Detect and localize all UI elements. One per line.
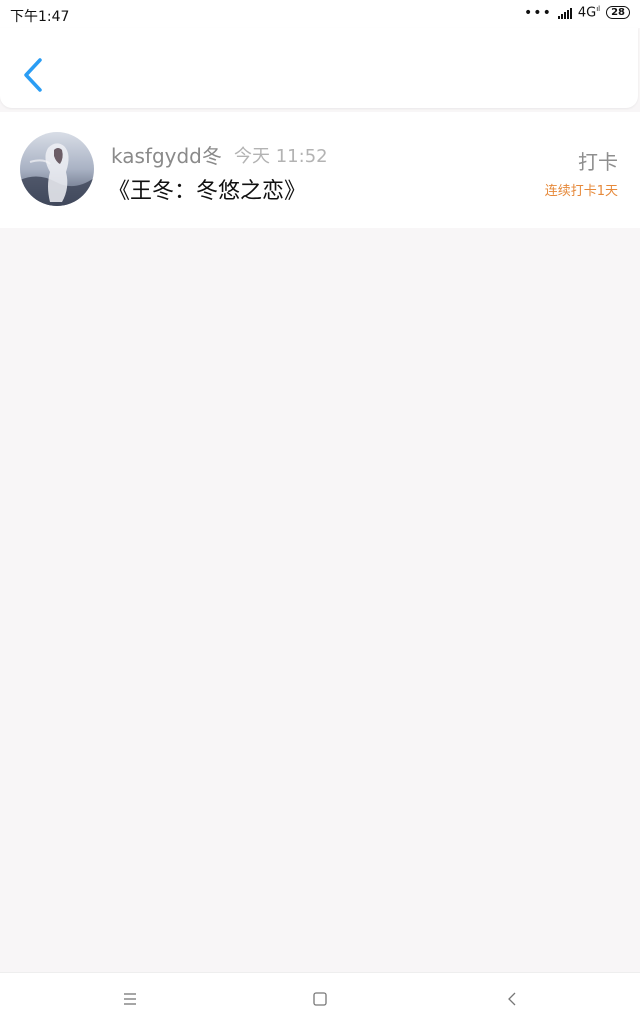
checkin-post[interactable]: [0, 112, 640, 228]
post-title[interactable]: 《王冬：冬悠之恋》: [108, 173, 306, 205]
system-nav-bar: [0, 972, 640, 1025]
signal-icon: [557, 7, 572, 19]
battery-icon: 28: [606, 6, 630, 20]
back-triangle-icon: [508, 992, 516, 1006]
post-timestamp: 今天 11:52: [234, 146, 328, 167]
chevron-left-icon: [24, 58, 42, 92]
system-back-button[interactable]: [500, 987, 524, 1011]
network-type: 4Gıl: [577, 5, 601, 21]
status-time: 下午1:47: [10, 9, 70, 25]
checkin-label: 打卡: [578, 150, 618, 174]
avatar-image: [20, 132, 94, 206]
more-dots-icon: •••: [524, 4, 552, 21]
top-app-bar: [0, 28, 638, 108]
username[interactable]: kasfgydd冬: [111, 140, 222, 169]
status-bar: 下午1:47 ••• 4Gıl 28: [0, 0, 640, 28]
menu-icon: [124, 993, 136, 1005]
home-button[interactable]: [308, 987, 332, 1011]
status-icons: ••• 4Gıl 28: [524, 5, 630, 20]
recent-apps-button[interactable]: [118, 987, 142, 1011]
avatar[interactable]: [20, 132, 94, 206]
streak-count: 连续打卡1天: [544, 184, 618, 199]
home-square-icon: [313, 992, 327, 1006]
back-button[interactable]: [18, 56, 58, 96]
